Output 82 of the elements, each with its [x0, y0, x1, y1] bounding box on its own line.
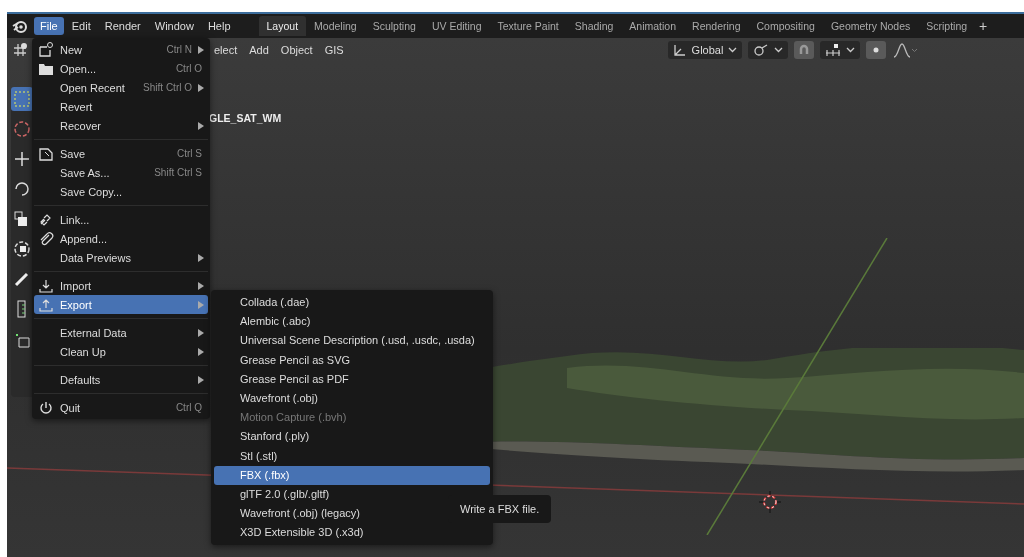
snap-icon — [825, 43, 842, 57]
import-icon — [38, 277, 54, 294]
menu-item[interactable]: File — [34, 17, 64, 35]
submenu-arrow-icon — [198, 300, 204, 309]
save-icon — [38, 145, 54, 162]
menu-item[interactable]: Wavefront (.obj) — [214, 388, 490, 409]
menu-item[interactable]: Edit — [65, 17, 97, 35]
axes-icon — [672, 43, 687, 57]
menu-item[interactable]: Export — [34, 295, 208, 314]
menu-item[interactable]: Save Copy... — [34, 182, 208, 201]
menu-item[interactable]: Stanford (.ply) — [214, 427, 490, 447]
logo-icon — [12, 18, 28, 34]
menu-item[interactable]: Save As... Shift Ctrl S — [34, 163, 208, 182]
menu-item[interactable]: FBX (.fbx) — [214, 465, 490, 485]
transform-icon[interactable] — [12, 239, 32, 259]
menu-item[interactable]: Data Previews — [34, 248, 208, 267]
menu-item[interactable]: Recover — [34, 116, 208, 135]
pivot-dropdown[interactable] — [748, 41, 789, 59]
orientation-dropdown[interactable]: Global — [667, 41, 743, 59]
submenu-arrow-icon — [198, 45, 204, 54]
menu-item[interactable]: X3D Extensible 3D (.x3d) — [214, 523, 490, 543]
header-menu[interactable]: Object — [274, 42, 319, 58]
menu-item[interactable]: Grease Pencil as SVG — [214, 350, 490, 370]
cursor-icon[interactable] — [12, 119, 32, 139]
menu-item[interactable]: New Ctrl N — [34, 40, 208, 59]
menu-item[interactable]: Help — [201, 17, 237, 35]
falloff-curve-icon[interactable] — [892, 42, 919, 58]
editor-type-icon[interactable] — [12, 42, 28, 58]
menu-item[interactable]: Revert — [34, 97, 208, 116]
proportional-toggle-icon[interactable] — [866, 41, 887, 59]
header-menu[interactable]: elect — [208, 42, 244, 58]
workspace-tab[interactable]: Geometry Nodes — [822, 16, 919, 36]
submenu-arrow-icon — [198, 121, 204, 130]
new-file-icon — [38, 41, 54, 58]
rotate-icon[interactable] — [12, 179, 32, 199]
submenu-arrow-icon — [198, 328, 204, 337]
menu-item[interactable]: Window — [148, 17, 200, 35]
menu-item[interactable]: External Data — [34, 323, 208, 342]
menu-item[interactable]: Clean Up — [34, 342, 208, 361]
workspace-tab[interactable]: Shading — [566, 16, 622, 36]
caret-icon — [846, 47, 856, 53]
submenu-arrow-icon — [198, 253, 204, 262]
menu-item[interactable]: Render — [98, 17, 147, 35]
move-icon[interactable] — [12, 149, 32, 169]
workspace-tab[interactable]: Sculpting — [364, 16, 424, 36]
menu-item[interactable]: Defaults — [34, 370, 208, 389]
menu-item[interactable]: Grease Pencil as PDF — [214, 369, 490, 389]
menu-item[interactable]: Save Ctrl S — [34, 144, 208, 163]
workspace-tab[interactable]: Texture Paint — [489, 16, 567, 36]
submenu-arrow-icon — [198, 375, 204, 384]
magnet-toggle-icon[interactable] — [794, 41, 815, 59]
menu-item[interactable]: Stl (.stl) — [214, 446, 490, 466]
paperclip-icon — [38, 230, 54, 247]
menu-item[interactable]: Open... Ctrl O — [34, 59, 208, 78]
menu-item[interactable]: Alembic (.abc) — [214, 312, 490, 332]
workspace-tab[interactable]: Layout — [258, 16, 307, 36]
object-name: GLE_SAT_WM — [209, 112, 282, 124]
header-menu[interactable]: GIS — [318, 42, 350, 58]
submenu-arrow-icon — [198, 83, 204, 92]
workspace-tab[interactable]: Animation — [621, 16, 685, 36]
menu-item[interactable]: Append... — [34, 229, 208, 248]
menu-item[interactable]: Quit Ctrl Q — [34, 398, 208, 417]
workspace-tab[interactable]: Rendering — [684, 16, 749, 36]
menu-item[interactable]: Open Recent Shift Ctrl O — [34, 78, 208, 97]
power-icon — [38, 399, 54, 416]
workspace-tab[interactable]: Compositing — [748, 16, 823, 36]
workspace-tab[interactable]: Modeling — [306, 16, 365, 36]
menu-item[interactable]: Collada (.dae) — [214, 293, 490, 313]
workspace-tab[interactable]: UV Editing — [423, 16, 490, 36]
caret-icon — [728, 47, 738, 53]
header-menu[interactable]: Add — [243, 42, 275, 58]
3d-cursor-icon — [759, 491, 781, 513]
select-box-icon[interactable] — [12, 89, 32, 109]
caret-icon — [774, 47, 784, 53]
submenu-arrow-icon — [198, 281, 204, 290]
add-workspace-button[interactable]: + — [975, 18, 992, 34]
submenu-arrow-icon — [198, 347, 204, 356]
menu-item[interactable]: Link... — [34, 210, 208, 229]
menu-item[interactable]: Universal Scene Description (.usd, .usdc, .usda) — [214, 331, 490, 351]
menu-item[interactable]: Import — [34, 276, 208, 295]
snap-dropdown[interactable] — [820, 41, 861, 59]
workspace-tab[interactable]: Scripting — [918, 16, 976, 36]
